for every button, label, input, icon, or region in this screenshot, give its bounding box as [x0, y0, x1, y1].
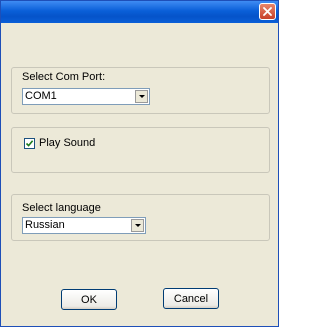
- chevron-down-icon[interactable]: [131, 219, 144, 232]
- play-sound-label[interactable]: Play Sound: [39, 137, 95, 149]
- ok-button[interactable]: OK: [61, 289, 117, 310]
- com-port-value: COM1: [25, 90, 57, 102]
- com-port-label: Select Com Port:: [22, 71, 106, 83]
- title-bar[interactable]: [1, 1, 278, 23]
- close-button[interactable]: [259, 3, 276, 20]
- language-label: Select language: [22, 202, 101, 214]
- checkmark-icon: [25, 140, 34, 147]
- close-icon: [263, 7, 272, 16]
- chevron-down-icon[interactable]: [135, 90, 148, 103]
- language-value: Russian: [25, 219, 65, 231]
- play-sound-checkbox[interactable]: [24, 138, 35, 149]
- cancel-button[interactable]: Cancel: [163, 288, 219, 309]
- language-select[interactable]: Russian: [22, 217, 146, 234]
- com-port-select[interactable]: COM1: [22, 88, 150, 105]
- settings-dialog: Select Com Port: COM1 Play Sound Select …: [0, 0, 279, 327]
- sound-group: [11, 127, 270, 173]
